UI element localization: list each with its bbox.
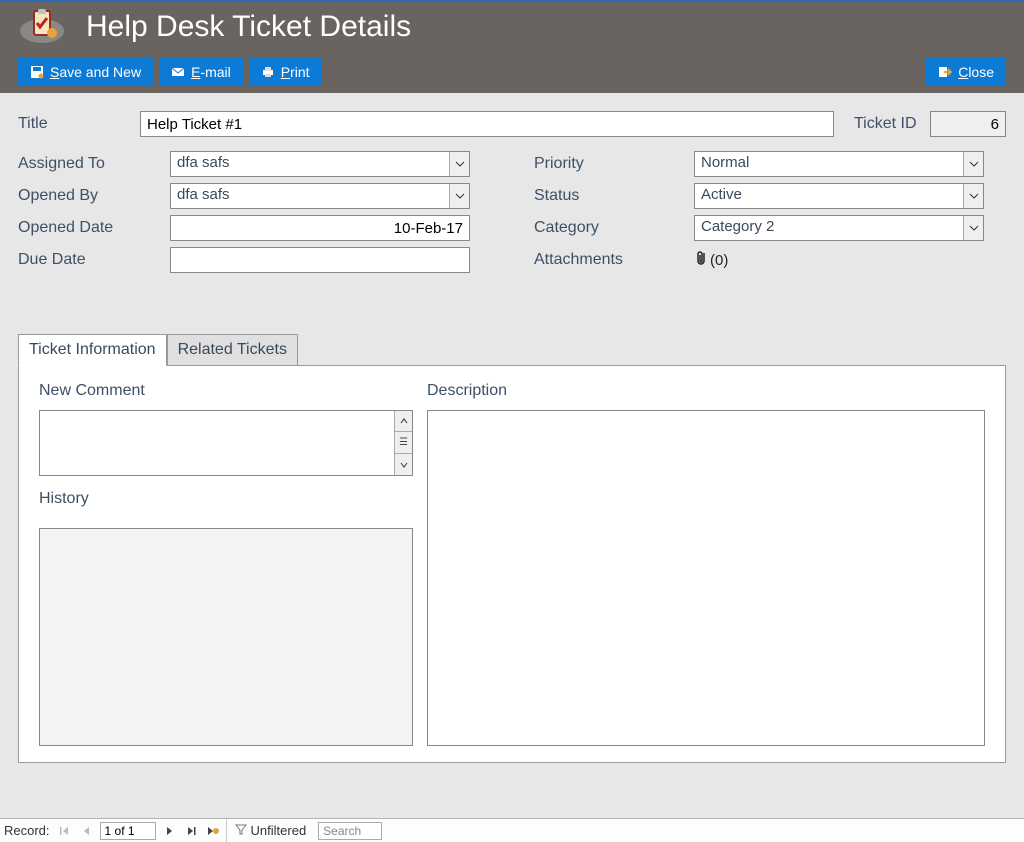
status-value: Active (695, 184, 963, 208)
category-label: Category (534, 219, 694, 237)
status-select[interactable]: Active (694, 183, 984, 209)
due-date-label: Due Date (18, 251, 170, 269)
description-label: Description (427, 382, 985, 400)
tab-ticket-information[interactable]: Ticket Information (18, 334, 167, 366)
priority-label: Priority (534, 155, 694, 173)
last-record-button[interactable] (182, 822, 200, 840)
email-icon (171, 65, 185, 79)
opened-by-select[interactable]: dfa safs (170, 183, 470, 209)
scroll-up-button[interactable] (395, 411, 412, 432)
attachments-control[interactable]: (0) (694, 250, 984, 270)
chevron-down-icon[interactable] (963, 184, 983, 208)
ticket-id-field (930, 111, 1006, 137)
first-record-button[interactable] (56, 822, 74, 840)
description-box[interactable] (427, 410, 985, 746)
tab-panel-ticket-information: New Comment ☰ History Description (18, 365, 1006, 763)
priority-value: Normal (695, 152, 963, 176)
opened-by-label: Opened By (18, 187, 170, 205)
close-icon (938, 65, 952, 79)
close-button[interactable]: Close (926, 58, 1006, 86)
category-select[interactable]: Category 2 (694, 215, 984, 241)
print-icon (261, 65, 275, 79)
email-button[interactable]: E-mail (159, 58, 243, 86)
form-grid: Assigned To dfa safs Priority Normal Ope… (18, 151, 1006, 273)
attachments-label: Attachments (534, 251, 694, 269)
history-box (39, 528, 413, 746)
filter-status[interactable]: Unfiltered (226, 819, 315, 842)
record-label: Record: (4, 823, 50, 838)
paperclip-icon (694, 250, 708, 270)
ticket-id-label: Ticket ID (854, 115, 920, 133)
assigned-to-value: dfa safs (171, 152, 449, 176)
save-icon (30, 65, 44, 79)
opened-date-label: Opened Date (18, 219, 170, 237)
priority-select[interactable]: Normal (694, 151, 984, 177)
new-comment-textarea[interactable] (40, 411, 394, 475)
clipboard-check-icon (18, 9, 66, 45)
due-date-input[interactable] (170, 247, 470, 273)
right-column: Description (427, 382, 985, 746)
category-value: Category 2 (695, 216, 963, 240)
page-title: Help Desk Ticket Details (86, 10, 411, 44)
chevron-down-icon[interactable] (449, 152, 469, 176)
attachments-count: (0) (710, 252, 728, 269)
filter-icon (235, 823, 247, 838)
title-input[interactable] (140, 111, 834, 137)
chevron-down-icon[interactable] (963, 216, 983, 240)
opened-by-value: dfa safs (171, 184, 449, 208)
record-navigator: Record: Unfiltered (0, 818, 1024, 842)
new-comment-box: ☰ (39, 410, 413, 476)
chevron-down-icon[interactable] (963, 152, 983, 176)
new-record-button[interactable] (204, 822, 222, 840)
form-area: Title Ticket ID Assigned To dfa safs Pri… (0, 93, 1024, 273)
new-comment-label: New Comment (39, 382, 413, 400)
scroll-grip-icon[interactable]: ☰ (395, 432, 412, 454)
toolbar: Save and New E-mail Print Close (18, 52, 1006, 92)
status-label: Status (534, 187, 694, 205)
scroll-down-button[interactable] (395, 454, 412, 475)
tab-related-tickets[interactable]: Related Tickets (167, 334, 298, 366)
filter-label: Unfiltered (251, 823, 307, 838)
tab-strip: Ticket Information Related Tickets (18, 333, 1006, 365)
tabs-container: Ticket Information Related Tickets New C… (18, 333, 1006, 763)
prev-record-button[interactable] (78, 822, 96, 840)
title-row: Title Ticket ID (18, 111, 1006, 137)
assigned-to-label: Assigned To (18, 155, 170, 173)
title-row: Help Desk Ticket Details (18, 2, 1006, 52)
save-and-new-button[interactable]: Save and New (18, 58, 153, 86)
comment-scroll: ☰ (394, 411, 412, 475)
chevron-down-icon[interactable] (449, 184, 469, 208)
assigned-to-select[interactable]: dfa safs (170, 151, 470, 177)
title-label: Title (18, 115, 130, 133)
history-label: History (39, 490, 413, 508)
next-record-button[interactable] (160, 822, 178, 840)
left-column: New Comment ☰ History (39, 382, 413, 746)
record-search-input[interactable] (318, 822, 382, 840)
header-band: Help Desk Ticket Details Save and New E-… (0, 0, 1024, 93)
record-position-input[interactable] (100, 822, 156, 840)
print-button[interactable]: Print (249, 58, 322, 86)
opened-date-input[interactable] (170, 215, 470, 241)
